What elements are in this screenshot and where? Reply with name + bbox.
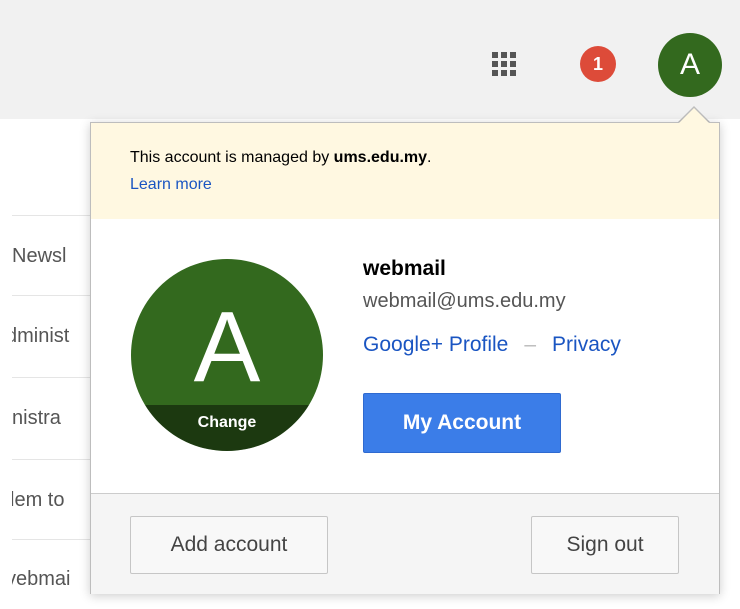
popup-arrow-fill: [679, 108, 709, 123]
list-item[interactable]: ıinistra: [12, 377, 100, 460]
list-item[interactable]: dminist: [12, 295, 100, 376]
link-separator: –: [524, 333, 537, 356]
managed-account-notice: This account is managed by ums.edu.my. L…: [91, 123, 719, 219]
list-item[interactable]: lem to: [12, 459, 100, 540]
list-item-text: dminist: [12, 324, 70, 347]
user-name: webmail: [363, 257, 446, 280]
my-account-button[interactable]: My Account: [363, 393, 561, 453]
list-item-text: lem to: [12, 488, 65, 511]
background-message-list: Newsl dminist ıinistra lem to vebmai: [0, 119, 100, 609]
user-email: webmail@ums.edu.my: [363, 290, 566, 312]
list-item-text: ıinistra: [12, 406, 61, 429]
add-account-button[interactable]: Add account: [130, 516, 328, 574]
apps-grid-icon[interactable]: [492, 52, 516, 76]
list-item-text: vebmai: [12, 567, 71, 590]
list-item[interactable]: vebmai: [12, 539, 100, 609]
notification-badge[interactable]: 1: [580, 46, 616, 82]
profile-links: Google+ Profile – Privacy: [363, 333, 621, 357]
page: 1 A Newsl dminist ıinistra lem to vebmai…: [0, 0, 740, 609]
notice-text: This account is managed by ums.edu.my.: [130, 149, 432, 166]
popup-footer: Add account Sign out: [91, 493, 719, 594]
sign-out-button[interactable]: Sign out: [531, 516, 679, 574]
learn-more-link[interactable]: Learn more: [130, 176, 212, 194]
top-bar: 1 A: [0, 0, 740, 119]
avatar-letter: A: [193, 291, 261, 403]
list-item-text: Newsl: [12, 244, 67, 267]
change-photo-label[interactable]: Change: [131, 405, 323, 451]
account-popup: This account is managed by ums.edu.my. L…: [90, 122, 720, 594]
notice-domain: ums.edu.my: [333, 149, 428, 166]
google-plus-profile-link[interactable]: Google+ Profile: [363, 333, 508, 356]
account-avatar-button[interactable]: A: [658, 33, 722, 97]
privacy-link[interactable]: Privacy: [552, 333, 621, 356]
profile-avatar[interactable]: A Change: [131, 259, 323, 451]
list-item[interactable]: Newsl: [12, 215, 100, 296]
